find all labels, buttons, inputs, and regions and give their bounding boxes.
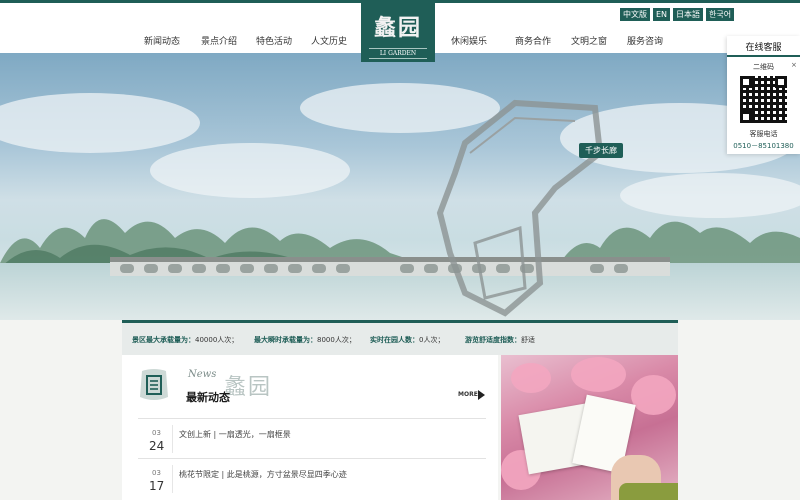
map-label-corridor[interactable]: 千步长廊 [579,143,623,158]
blossom-cluster [511,363,551,393]
nav-history[interactable]: 人文历史 [311,34,347,47]
logo-sub-text: LI GARDEN [369,48,427,59]
phone-number[interactable]: 0510－85101380 [727,141,800,151]
qr-finder [775,76,787,88]
more-arrow-icon[interactable] [478,390,485,400]
news-divider [172,465,173,493]
visitor-stats-bar: 景区最大承载量为：40000人次； 最大瞬时承载量为：8000人次； 实时在园人… [122,320,678,355]
news-item[interactable]: 03 24 文创上新 | 一扇透光，一扇框景 [138,418,486,458]
cloud-shape [150,143,350,198]
service-divider [727,55,800,57]
qr-finder [740,76,752,88]
nav-service[interactable]: 服务咨询 [627,34,663,47]
news-month: 03 [152,469,161,477]
qr-finder [740,111,752,123]
news-item[interactable]: 03 17 桃花节限定 | 此是桃源，方寸盆景尽显四季心迹 [138,458,486,498]
news-day: 24 [149,439,165,453]
news-day: 17 [149,479,165,493]
sleeve-shape [619,483,678,500]
news-title: 最新动态 [186,391,230,404]
qr-label: 二维码 [753,63,774,71]
hero-banner: 千步长廊 [0,53,800,320]
lang-korean[interactable]: 한국어 [706,8,735,21]
lang-english[interactable]: EN [653,8,671,21]
nav-leisure[interactable]: 休闲娱乐 [451,34,487,47]
news-month: 03 [152,429,161,437]
park-map-outline [436,99,604,317]
nav-attractions[interactable]: 景点介绍 [201,34,237,47]
news-decorative-text: 蠡园 [224,375,273,400]
featured-photo[interactable] [501,355,678,500]
qr-code [740,76,787,123]
news-english-label: News [188,369,217,380]
news-headline[interactable]: 桃花节限定 | 此是桃源，方寸盆景尽显四季心迹 [179,469,347,480]
nav-civilization[interactable]: 文明之窗 [571,34,607,47]
close-icon[interactable]: × [791,61,797,69]
online-service-panel: 在线客服 二维码 × 客服电话 0510－85101380 [727,36,800,154]
cloud-shape [0,93,200,153]
news-headline[interactable]: 文创上新 | 一扇透光，一扇框景 [179,429,291,440]
stat-max-capacity: 景区最大承载量为：40000人次； [132,336,239,344]
news-section: News 蠡园 最新动态 MORE 03 24 文创上新 | 一扇透光，一扇框景… [122,355,498,500]
lang-japanese[interactable]: 日本語 [673,8,704,21]
language-switcher: 中文版 EN 日本語 한국어 [620,8,735,21]
site-logo[interactable]: 蠡园 LI GARDEN [361,0,435,62]
nav-business[interactable]: 商务合作 [515,34,551,47]
stat-comfort-index: 游览舒适度指数：舒适 [465,336,535,344]
phone-label: 客服电话 [749,130,778,138]
logo-main-text: 蠡园 [373,15,422,41]
service-title: 在线客服 [745,43,782,53]
nav-news[interactable]: 新闻动态 [144,34,180,47]
lang-chinese[interactable]: 中文版 [620,8,650,21]
nav-activities[interactable]: 特色活动 [256,34,292,47]
news-divider [172,425,173,453]
blossom-cluster [571,357,626,392]
news-more-link[interactable]: MORE [458,391,478,398]
stat-current-visitors: 实时在园人数：0人次； [370,336,445,344]
blossom-cluster [631,375,676,415]
stat-instant-capacity: 最大瞬时承载量为：8000人次； [254,336,356,344]
news-section-icon [140,369,168,400]
